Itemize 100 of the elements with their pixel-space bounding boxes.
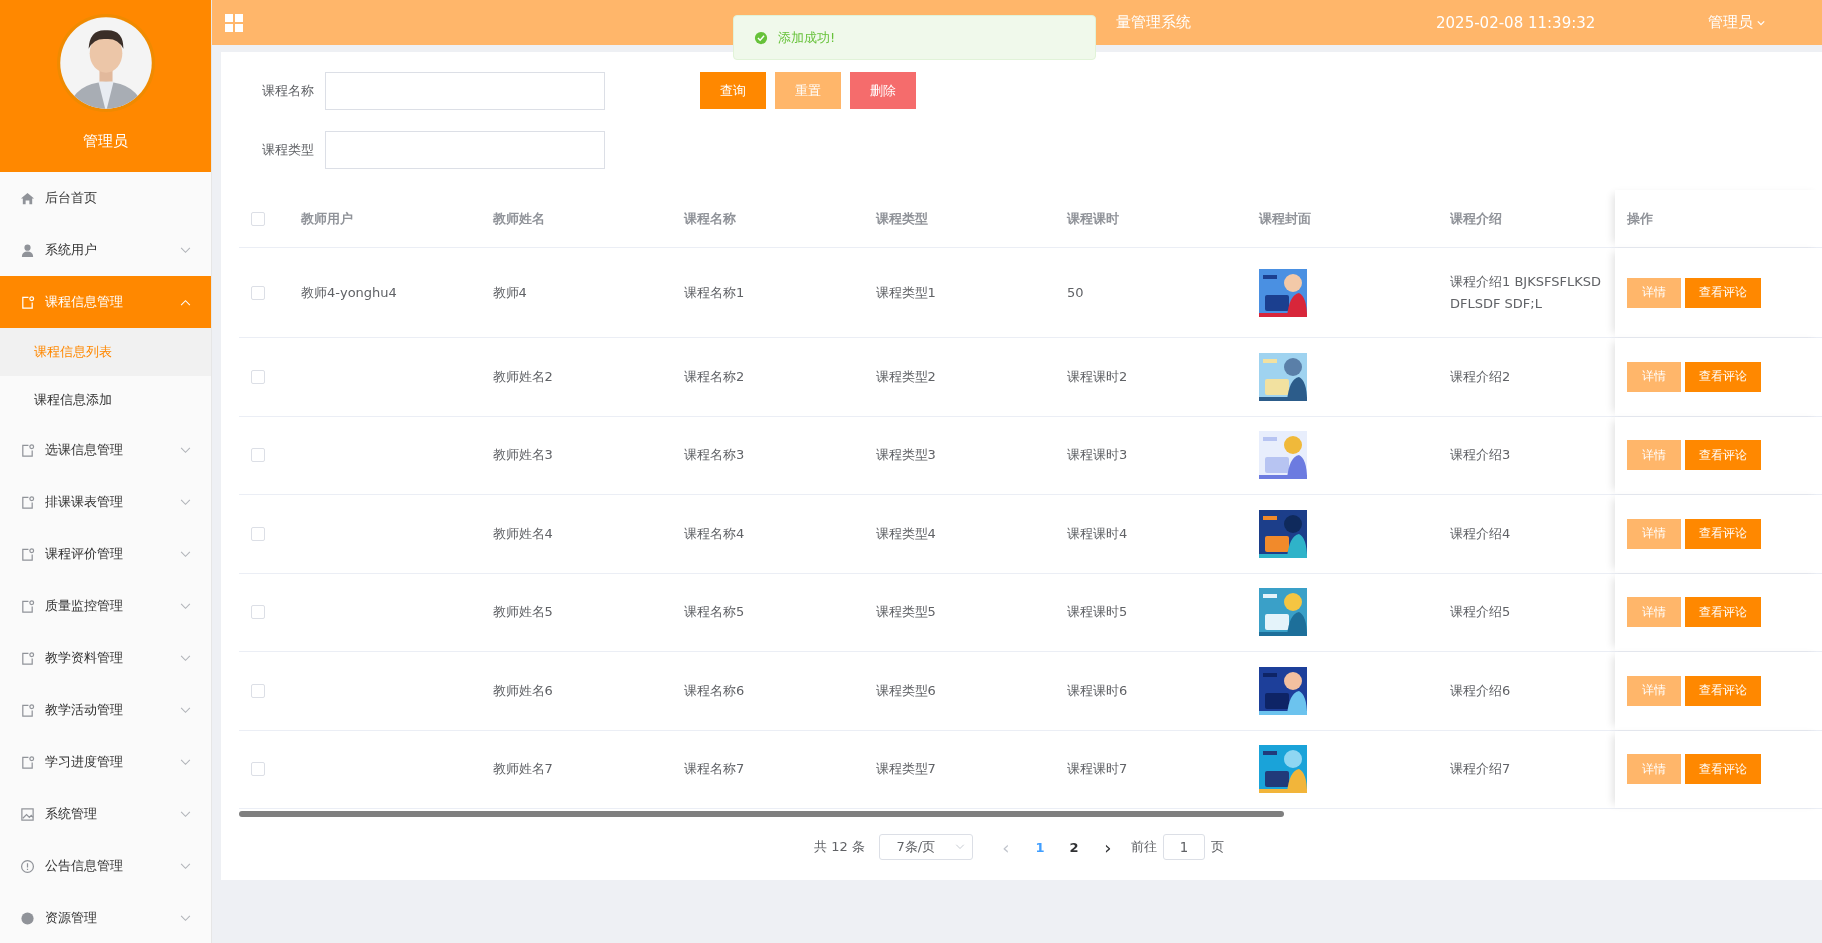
chevron-down-icon	[955, 844, 966, 850]
submenu-item[interactable]: 课程信息添加	[0, 376, 211, 424]
menu-label: 系统用户	[45, 241, 98, 259]
table-cell: 教师姓名5	[492, 604, 553, 620]
menu-item[interactable]: 系统用户	[0, 224, 211, 276]
table-cell: 教师4-yonghu4	[301, 284, 397, 300]
info-icon	[20, 858, 35, 874]
menu-item[interactable]: 学习进度管理	[0, 736, 211, 788]
document-icon	[20, 546, 35, 562]
user-icon	[20, 242, 35, 258]
datetime: 2025-02-08 11:39:32	[1436, 13, 1596, 32]
row-action-button[interactable]: 查看评论	[1685, 440, 1761, 471]
table-cell: 课程课时6	[1067, 682, 1128, 698]
column-header: 课程课时	[1067, 209, 1120, 228]
checkbox[interactable]	[251, 211, 265, 226]
checkbox[interactable]	[251, 762, 265, 777]
menu-label: 质量监控管理	[45, 597, 124, 615]
disc-icon	[20, 910, 35, 926]
table-cell: 课程名称2	[684, 368, 745, 384]
image-icon	[20, 806, 35, 822]
menu-item[interactable]: 排课课表管理	[0, 476, 211, 528]
menu-item[interactable]: 教学活动管理	[0, 684, 211, 736]
row-action-button[interactable]: 查看评论	[1685, 361, 1761, 392]
menu-item[interactable]: 课程信息管理	[0, 276, 211, 328]
row-action-button[interactable]: 详情	[1627, 518, 1681, 549]
menu-item[interactable]: 系统管理	[0, 788, 211, 840]
checkbox[interactable]	[251, 605, 265, 620]
menu-item[interactable]: 课程评价管理	[0, 528, 211, 580]
menu-item[interactable]: 选课信息管理	[0, 424, 211, 476]
grid-menu-icon[interactable]	[224, 12, 244, 33]
menu-item[interactable]: 教学资料管理	[0, 632, 211, 684]
user-menu[interactable]: 管理员	[1708, 13, 1765, 32]
row-action-button[interactable]: 查看评论	[1685, 754, 1761, 785]
checkbox[interactable]	[251, 448, 265, 463]
table-cell: 教师姓名2	[492, 368, 553, 384]
row-action-button[interactable]: 详情	[1627, 754, 1681, 785]
action-button[interactable]: 查询	[700, 72, 766, 109]
input-field[interactable]	[325, 131, 605, 169]
table-cell: 课程介绍3	[1450, 447, 1511, 463]
row-action-button[interactable]: 查看评论	[1685, 277, 1761, 308]
page-number[interactable]: 1	[1022, 839, 1057, 855]
table-cell: 课程名称5	[684, 604, 745, 620]
checkbox[interactable]	[251, 285, 265, 300]
row-action-button[interactable]: 查看评论	[1685, 675, 1761, 706]
document-icon	[20, 650, 35, 666]
table-cell: 课程课时2	[1067, 368, 1128, 384]
row-action-button[interactable]: 详情	[1627, 440, 1681, 471]
page-input[interactable]: 1	[1162, 834, 1205, 860]
submenu-item[interactable]: 课程信息列表	[0, 328, 211, 376]
row-action-button[interactable]: 查看评论	[1685, 597, 1761, 628]
checkbox[interactable]	[251, 526, 265, 541]
filter-label: 课程名称	[261, 82, 314, 100]
table-cell: 教师姓名7	[492, 761, 553, 777]
menu-item[interactable]: 公告信息管理	[0, 840, 211, 892]
previous-page-button[interactable]: ‹	[988, 836, 1023, 858]
menu-item[interactable]: 质量监控管理	[0, 580, 211, 632]
document-icon	[20, 442, 35, 458]
menu-label: 教学资料管理	[45, 649, 124, 667]
goto-label: 前往	[1130, 838, 1157, 856]
table-cell: 课程介绍1 BJKSFSFLKSD DFLSDF SDF;L	[1450, 273, 1601, 311]
row-action-button[interactable]: 详情	[1627, 597, 1681, 628]
table-cell: 课程名称4	[684, 525, 745, 541]
page-number[interactable]: 2	[1056, 839, 1091, 855]
checkbox[interactable]	[251, 369, 265, 384]
menu-label: 后台首页	[45, 189, 98, 207]
menu-label: 课程评价管理	[45, 545, 124, 563]
table-cell: 课程类型7	[875, 761, 936, 777]
document-icon	[20, 294, 35, 310]
toast-message: 添加成功!	[778, 28, 836, 47]
table-cell: 课程类型4	[875, 525, 936, 541]
next-page-button[interactable]: ›	[1090, 836, 1125, 858]
column-header: 课程介绍	[1450, 209, 1503, 228]
app-title: 量管理系统	[1116, 13, 1191, 32]
checkbox[interactable]	[251, 683, 265, 698]
home-icon	[20, 190, 35, 206]
row-action-button[interactable]: 详情	[1627, 277, 1681, 308]
table-cell: 课程类型3	[875, 447, 936, 463]
menu-item[interactable]: 后台首页	[0, 172, 211, 224]
row-action-button[interactable]: 详情	[1627, 675, 1681, 706]
table-cell: 教师姓名3	[492, 447, 553, 463]
table-cell: 课程介绍2	[1450, 368, 1511, 384]
table-cell: 教师4	[492, 284, 527, 300]
table-cell: 课程名称6	[684, 682, 745, 698]
menu-item[interactable]: 资源管理	[0, 892, 211, 943]
row-action-button[interactable]: 详情	[1627, 361, 1681, 392]
menu-label: 教学活动管理	[45, 701, 124, 719]
menu-label: 资源管理	[45, 909, 98, 927]
filter-label: 课程类型	[261, 141, 314, 159]
table-cell: 课程类型2	[875, 368, 936, 384]
page-size-select[interactable]: 7条/页	[878, 834, 973, 860]
row-action-button[interactable]: 查看评论	[1685, 518, 1761, 549]
input-field[interactable]	[325, 72, 605, 110]
action-button[interactable]: 重置	[775, 72, 841, 109]
menu-label: 系统管理	[45, 805, 98, 823]
scrollbar-thumb[interactable]	[239, 811, 1284, 817]
column-header: 课程类型	[875, 209, 929, 228]
column-header: 课程封面	[1258, 209, 1312, 228]
table-cell: 课程类型5	[875, 604, 936, 620]
column-header: 课程名称	[684, 209, 737, 228]
action-button[interactable]: 删除	[850, 72, 916, 109]
